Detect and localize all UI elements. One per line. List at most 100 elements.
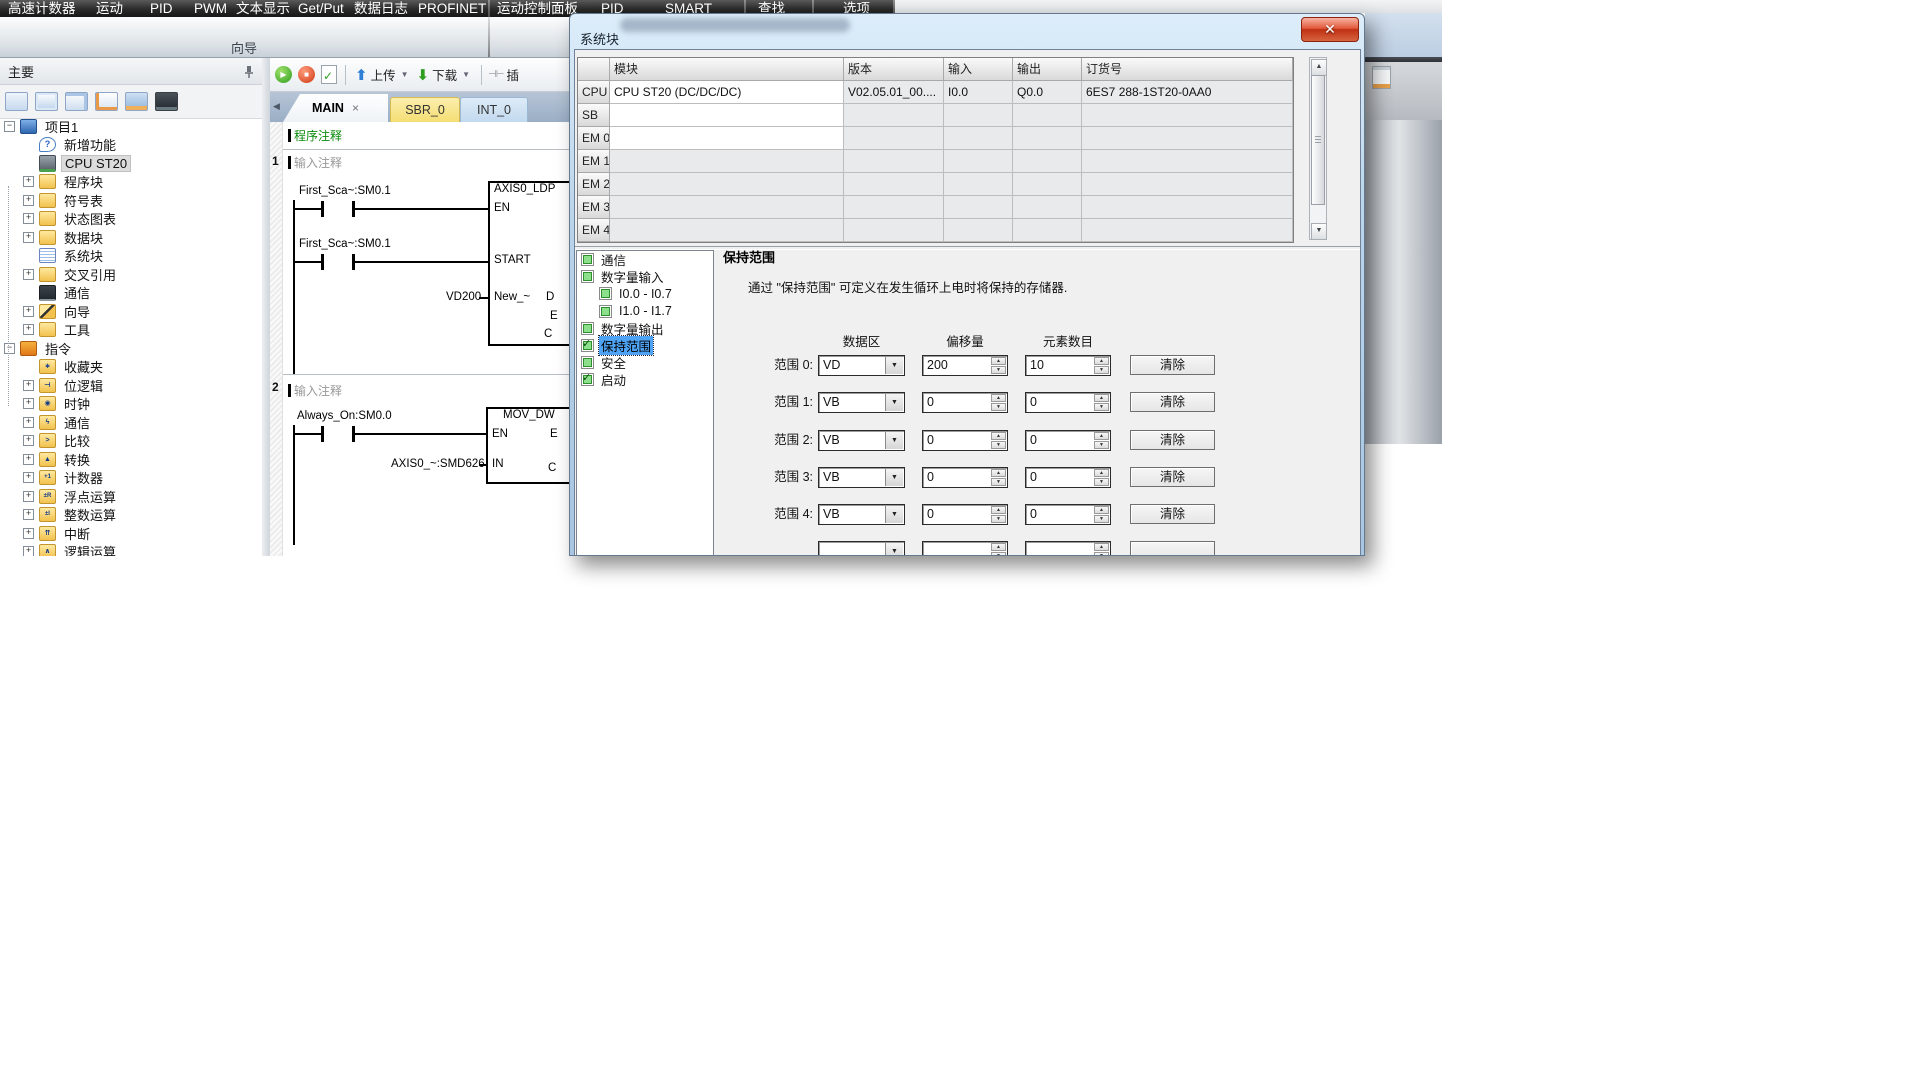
table-row-header[interactable]: EM 0 xyxy=(578,127,610,150)
clear-button[interactable]: 清除 xyxy=(1130,504,1215,524)
expand-icon[interactable]: + xyxy=(23,232,34,243)
offset-stepper[interactable]: 0▲▼ xyxy=(922,430,1008,451)
contact-operand[interactable]: Always_On:SM0.0 xyxy=(297,410,392,422)
spin-down-icon[interactable]: ▼ xyxy=(991,403,1006,411)
config-tree-item[interactable]: 通信 xyxy=(577,251,713,268)
tab-main[interactable]: MAIN × xyxy=(283,94,388,122)
spin-up-icon[interactable]: ▲ xyxy=(1094,432,1109,440)
table-cell[interactable]: I0.0 xyxy=(944,81,1013,104)
collapse-icon[interactable]: − xyxy=(4,343,15,354)
table-cell[interactable] xyxy=(1013,104,1082,127)
expand-icon[interactable]: + xyxy=(23,380,34,391)
clear-button[interactable] xyxy=(1130,541,1215,556)
table-cell[interactable] xyxy=(610,127,844,150)
box-input-operand[interactable]: AXIS0_~:SMD626 xyxy=(391,458,485,470)
count-stepper[interactable]: 0▲▼ xyxy=(1025,504,1111,525)
tree-item[interactable]: +⊣位逻辑 xyxy=(0,376,262,395)
spinner-buttons[interactable]: ▲▼ xyxy=(1094,469,1109,486)
table-cell[interactable] xyxy=(610,196,844,219)
close-button[interactable]: ✕ xyxy=(1301,17,1359,42)
offset-stepper[interactable]: 0▲▼ xyxy=(922,392,1008,413)
spinner-buttons[interactable]: ▲▼ xyxy=(1094,357,1109,374)
table-cell[interactable] xyxy=(1082,127,1293,150)
program-comment[interactable]: 程序注释 xyxy=(294,127,342,144)
spin-down-icon[interactable]: ▼ xyxy=(1094,441,1109,449)
offset-stepper[interactable]: 0▲▼ xyxy=(922,504,1008,525)
spin-down-icon[interactable]: ▼ xyxy=(1094,403,1109,411)
expand-icon[interactable]: + xyxy=(23,546,34,556)
tree-item[interactable]: ?新增功能 xyxy=(0,136,262,155)
spinner-buttons[interactable]: ▲▼ xyxy=(1094,394,1109,411)
table-row-header[interactable]: EM 3 xyxy=(578,196,610,219)
insert-contact-icon[interactable]: ⊣⊢ xyxy=(488,69,503,80)
checkbox-icon[interactable] xyxy=(599,287,612,300)
tree-item[interactable]: ++1计数器 xyxy=(0,469,262,488)
config-tree-item[interactable]: 安全 xyxy=(577,354,713,371)
spinner-buttons[interactable]: ▲▼ xyxy=(991,357,1006,374)
spin-up-icon[interactable]: ▲ xyxy=(991,357,1006,365)
spin-down-icon[interactable]: ▼ xyxy=(1094,515,1109,523)
nav-status-icon[interactable] xyxy=(65,92,88,111)
expand-icon[interactable]: + xyxy=(23,176,34,187)
expand-icon[interactable]: + xyxy=(23,195,34,206)
chevron-down-icon[interactable]: ▼ xyxy=(462,70,470,79)
table-cell[interactable] xyxy=(944,127,1013,150)
nav-comm-icon[interactable] xyxy=(155,92,178,111)
spin-down-icon[interactable]: ▼ xyxy=(1094,366,1109,374)
tree-item[interactable]: +状态图表 xyxy=(0,210,262,229)
expand-icon[interactable]: + xyxy=(23,306,34,317)
table-scrollbar[interactable]: ▲ ▼ xyxy=(1309,57,1327,240)
tree-item[interactable]: +±I整数运算 xyxy=(0,506,262,525)
tree-item[interactable]: +ϟ通信 xyxy=(0,413,262,432)
table-cell[interactable] xyxy=(844,219,944,242)
nav-symbols-icon[interactable] xyxy=(35,92,58,111)
tree-item[interactable]: +程序块 xyxy=(0,173,262,192)
expand-icon[interactable]: + xyxy=(23,435,34,446)
chevron-down-icon[interactable]: ▼ xyxy=(885,506,903,523)
spinner-buttons[interactable]: ▲▼ xyxy=(1094,543,1109,556)
checkbox-icon[interactable]: ✓ xyxy=(581,339,594,352)
expand-icon[interactable]: + xyxy=(23,454,34,465)
expand-icon[interactable]: + xyxy=(23,417,34,428)
table-cell[interactable] xyxy=(1082,219,1293,242)
spinner-buttons[interactable]: ▲▼ xyxy=(991,469,1006,486)
expand-icon[interactable]: + xyxy=(23,398,34,409)
table-cell[interactable] xyxy=(944,196,1013,219)
menu-item-datalog[interactable]: 数据日志 xyxy=(354,0,408,17)
count-stepper[interactable]: 0▲▼ xyxy=(1025,467,1111,488)
contact-icon[interactable] xyxy=(321,254,324,270)
table-cell[interactable] xyxy=(844,150,944,173)
table-row-header[interactable]: SB xyxy=(578,104,610,127)
spin-up-icon[interactable]: ▲ xyxy=(991,432,1006,440)
nav-datablock-icon[interactable] xyxy=(95,92,118,111)
spin-up-icon[interactable]: ▲ xyxy=(1094,394,1109,402)
expand-icon[interactable]: + xyxy=(23,324,34,335)
table-cell[interactable] xyxy=(1082,104,1293,127)
spin-up-icon[interactable]: ▲ xyxy=(1094,543,1109,551)
checkbox-icon[interactable] xyxy=(581,356,594,369)
table-cell[interactable] xyxy=(610,150,844,173)
table-cell[interactable] xyxy=(844,196,944,219)
spinner-buttons[interactable]: ▲▼ xyxy=(1094,432,1109,449)
scroll-up-icon[interactable]: ▲ xyxy=(1311,59,1327,76)
count-stepper[interactable]: ▲▼ xyxy=(1025,541,1111,556)
data-area-select[interactable]: VB▼ xyxy=(818,467,905,488)
spin-up-icon[interactable]: ▲ xyxy=(1094,357,1109,365)
clear-button[interactable]: 清除 xyxy=(1130,430,1215,450)
chevron-down-icon[interactable]: ▼ xyxy=(885,543,903,556)
table-cell[interactable] xyxy=(1082,173,1293,196)
chevron-down-icon[interactable]: ▼ xyxy=(885,469,903,486)
menu-item-pwm[interactable]: PWM xyxy=(194,0,227,17)
tree-item[interactable]: +⇈中断 xyxy=(0,524,262,543)
upload-button[interactable]: 上传 xyxy=(371,65,396,84)
data-area-select[interactable]: VD▼ xyxy=(818,355,905,376)
menu-item-motion-panel[interactable]: 运动控制面板 xyxy=(497,0,578,17)
tree-item[interactable]: +>比较 xyxy=(0,432,262,451)
menu-item-getput[interactable]: Get/Put xyxy=(298,0,344,17)
table-row-header[interactable]: EM 2 xyxy=(578,173,610,196)
table-cell[interactable] xyxy=(1013,219,1082,242)
data-area-select[interactable]: VB▼ xyxy=(818,392,905,413)
chevron-down-icon[interactable]: ▼ xyxy=(885,357,903,374)
download-button[interactable]: 下载 xyxy=(432,65,457,84)
tree-item[interactable]: +◉时钟 xyxy=(0,395,262,414)
